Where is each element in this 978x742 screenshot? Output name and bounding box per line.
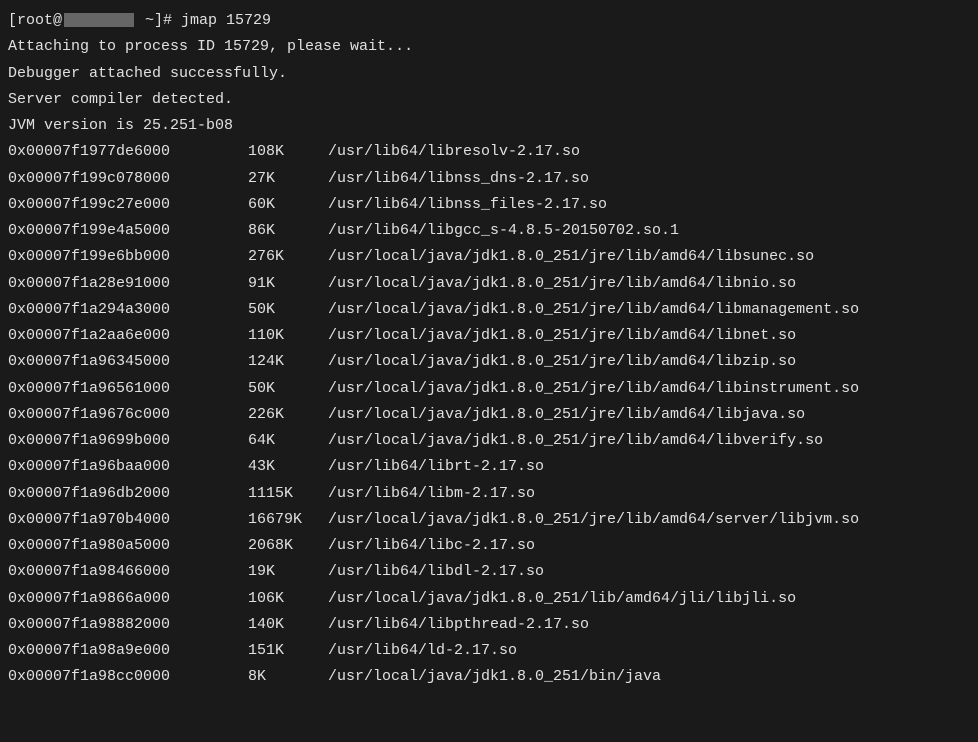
mapping-size: 50K xyxy=(248,376,328,402)
mapping-size: 226K xyxy=(248,402,328,428)
mapping-path: /usr/local/java/jdk1.8.0_251/jre/lib/amd… xyxy=(328,244,970,270)
mapping-row: 0x00007f1a96baa00043K/usr/lib64/librt-2.… xyxy=(8,454,970,480)
mapping-row: 0x00007f1a9846600019K/usr/lib64/libdl-2.… xyxy=(8,559,970,585)
mapping-row: 0x00007f1a98cc00008K/usr/local/java/jdk1… xyxy=(8,664,970,690)
mapping-size: 110K xyxy=(248,323,328,349)
mapping-path: /usr/lib64/libnss_dns-2.17.so xyxy=(328,166,970,192)
mapping-path: /usr/lib64/libc-2.17.so xyxy=(328,533,970,559)
mapping-path: /usr/local/java/jdk1.8.0_251/lib/amd64/j… xyxy=(328,586,970,612)
mapping-path: /usr/lib64/libgcc_s-4.8.5-20150702.so.1 xyxy=(328,218,970,244)
mapping-address: 0x00007f1a98cc0000 xyxy=(8,664,248,690)
mapping-address: 0x00007f1a9676c000 xyxy=(8,402,248,428)
mapping-path: /usr/local/java/jdk1.8.0_251/jre/lib/amd… xyxy=(328,297,970,323)
mapping-size: 43K xyxy=(248,454,328,480)
mapping-size: 91K xyxy=(248,271,328,297)
mapping-address: 0x00007f199e6bb000 xyxy=(8,244,248,270)
mapping-row: 0x00007f199c27e00060K/usr/lib64/libnss_f… xyxy=(8,192,970,218)
mapping-path: /usr/lib64/libdl-2.17.so xyxy=(328,559,970,585)
mapping-address: 0x00007f1a970b4000 xyxy=(8,507,248,533)
mapping-size: 106K xyxy=(248,586,328,612)
mapping-row: 0x00007f199e4a500086K/usr/lib64/libgcc_s… xyxy=(8,218,970,244)
mapping-path: /usr/local/java/jdk1.8.0_251/jre/lib/amd… xyxy=(328,376,970,402)
mapping-path: /usr/lib64/ld-2.17.so xyxy=(328,638,970,664)
mapping-path: /usr/local/java/jdk1.8.0_251/jre/lib/amd… xyxy=(328,271,970,297)
prompt-user: [root@ xyxy=(8,12,62,29)
message-line: Server compiler detected. xyxy=(8,87,970,113)
mapping-path: /usr/lib64/libm-2.17.so xyxy=(328,481,970,507)
mapping-path: /usr/lib64/librt-2.17.so xyxy=(328,454,970,480)
message-line: JVM version is 25.251-b08 xyxy=(8,113,970,139)
mapping-address: 0x00007f1a2aa6e000 xyxy=(8,323,248,349)
mapping-row: 0x00007f1a9866a000106K/usr/local/java/jd… xyxy=(8,586,970,612)
mapping-size: 50K xyxy=(248,297,328,323)
mapping-address: 0x00007f1a96db2000 xyxy=(8,481,248,507)
mapping-address: 0x00007f1a980a5000 xyxy=(8,533,248,559)
mapping-size: 64K xyxy=(248,428,328,454)
mapping-path: /usr/lib64/libnss_files-2.17.so xyxy=(328,192,970,218)
mapping-row: 0x00007f1a294a300050K/usr/local/java/jdk… xyxy=(8,297,970,323)
mapping-row: 0x00007f1977de6000108K/usr/lib64/libreso… xyxy=(8,139,970,165)
mapping-size: 276K xyxy=(248,244,328,270)
mapping-row: 0x00007f1a9656100050K/usr/local/java/jdk… xyxy=(8,376,970,402)
mapping-size: 8K xyxy=(248,664,328,690)
mapping-path: /usr/local/java/jdk1.8.0_251/jre/lib/amd… xyxy=(328,428,970,454)
mapping-row: 0x00007f199c07800027K/usr/lib64/libnss_d… xyxy=(8,166,970,192)
terminal-output: [root@ ~]# jmap 15729 Attaching to proce… xyxy=(8,8,970,691)
mapping-size: 108K xyxy=(248,139,328,165)
mapping-size: 2068K xyxy=(248,533,328,559)
command-prompt-line: [root@ ~]# jmap 15729 xyxy=(8,8,970,34)
mapping-row: 0x00007f1a2aa6e000110K/usr/local/java/jd… xyxy=(8,323,970,349)
mapping-address: 0x00007f199c27e000 xyxy=(8,192,248,218)
mapping-row: 0x00007f1a9699b00064K/usr/local/java/jdk… xyxy=(8,428,970,454)
mapping-size: 19K xyxy=(248,559,328,585)
mapping-path: /usr/lib64/libresolv-2.17.so xyxy=(328,139,970,165)
mapping-size: 124K xyxy=(248,349,328,375)
mapping-address: 0x00007f199c078000 xyxy=(8,166,248,192)
mapping-address: 0x00007f1a28e91000 xyxy=(8,271,248,297)
mapping-row: 0x00007f1a980a50002068K/usr/lib64/libc-2… xyxy=(8,533,970,559)
mapping-address: 0x00007f1a294a3000 xyxy=(8,297,248,323)
mapping-row: 0x00007f1a96345000124K/usr/local/java/jd… xyxy=(8,349,970,375)
messages-block: Attaching to process ID 15729, please wa… xyxy=(8,34,970,139)
mapping-address: 0x00007f1a96561000 xyxy=(8,376,248,402)
mapping-address: 0x00007f1a98882000 xyxy=(8,612,248,638)
mapping-row: 0x00007f199e6bb000276K/usr/local/java/jd… xyxy=(8,244,970,270)
mapping-address: 0x00007f199e4a5000 xyxy=(8,218,248,244)
mapping-size: 27K xyxy=(248,166,328,192)
mapping-address: 0x00007f1a9866a000 xyxy=(8,586,248,612)
mapping-address: 0x00007f1a9699b000 xyxy=(8,428,248,454)
prompt-suffix: ~]# xyxy=(136,12,181,29)
mapping-size: 1115K xyxy=(248,481,328,507)
mapping-row: 0x00007f1a970b400016679K/usr/local/java/… xyxy=(8,507,970,533)
mapping-size: 140K xyxy=(248,612,328,638)
mapping-size: 16679K xyxy=(248,507,328,533)
mapping-path: /usr/local/java/jdk1.8.0_251/jre/lib/amd… xyxy=(328,507,970,533)
mapping-path: /usr/local/java/jdk1.8.0_251/jre/lib/amd… xyxy=(328,349,970,375)
mapping-size: 86K xyxy=(248,218,328,244)
mapping-path: /usr/local/java/jdk1.8.0_251/jre/lib/amd… xyxy=(328,402,970,428)
mapping-row: 0x00007f1a28e9100091K/usr/local/java/jdk… xyxy=(8,271,970,297)
message-line: Debugger attached successfully. xyxy=(8,61,970,87)
mapping-size: 60K xyxy=(248,192,328,218)
mapping-row: 0x00007f1a9676c000226K/usr/local/java/jd… xyxy=(8,402,970,428)
mapping-path: /usr/local/java/jdk1.8.0_251/bin/java xyxy=(328,664,970,690)
mapping-address: 0x00007f1977de6000 xyxy=(8,139,248,165)
redacted-hostname xyxy=(64,13,134,27)
mapping-address: 0x00007f1a98a9e000 xyxy=(8,638,248,664)
mapping-path: /usr/local/java/jdk1.8.0_251/jre/lib/amd… xyxy=(328,323,970,349)
message-line: Attaching to process ID 15729, please wa… xyxy=(8,34,970,60)
mapping-row: 0x00007f1a96db20001115K/usr/lib64/libm-2… xyxy=(8,481,970,507)
mappings-table: 0x00007f1977de6000108K/usr/lib64/libreso… xyxy=(8,139,970,690)
mapping-size: 151K xyxy=(248,638,328,664)
mapping-address: 0x00007f1a98466000 xyxy=(8,559,248,585)
command-text: jmap 15729 xyxy=(181,12,271,29)
mapping-address: 0x00007f1a96baa000 xyxy=(8,454,248,480)
mapping-path: /usr/lib64/libpthread-2.17.so xyxy=(328,612,970,638)
mapping-row: 0x00007f1a98a9e000151K/usr/lib64/ld-2.17… xyxy=(8,638,970,664)
mapping-address: 0x00007f1a96345000 xyxy=(8,349,248,375)
mapping-row: 0x00007f1a98882000140K/usr/lib64/libpthr… xyxy=(8,612,970,638)
